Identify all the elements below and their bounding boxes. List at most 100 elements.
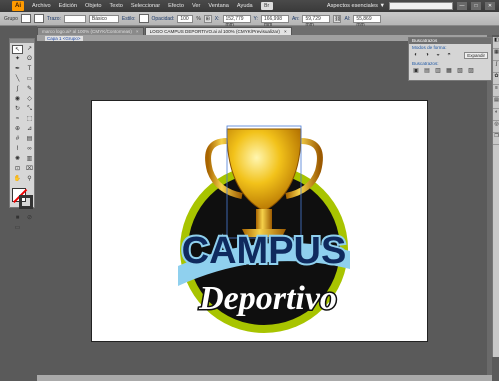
artboard[interactable]: CAMPUS Deportivo: [91, 100, 428, 342]
menu-ayuda[interactable]: Ayuda: [233, 3, 257, 9]
trim-icon[interactable]: ▤: [423, 68, 431, 75]
app-logo-icon: Ai: [12, 1, 24, 11]
logo-artwork[interactable]: CAMPUS Deportivo: [92, 101, 429, 343]
minus-back-icon[interactable]: ▨: [467, 68, 475, 75]
close-icon[interactable]: ×: [136, 29, 139, 34]
maximize-button[interactable]: □: [471, 2, 481, 10]
outline-icon[interactable]: ▧: [456, 68, 464, 75]
tab-label: marco logo.ai* al 100% (CMYK/Contorneas): [42, 29, 132, 34]
menu-seleccionar[interactable]: Seleccionar: [127, 3, 164, 9]
transparency-panel-icon[interactable]: ◐: [493, 109, 499, 121]
line-tool-icon[interactable]: ╲: [12, 75, 23, 84]
tool-grid: ↖ ↗ ✦ ʘ ✒ T ╲ ▭ ∫ ✎ ◉ ◇ ↻ ⤡ ≈ ⬚ ⊕ ⊿ # ▤ …: [10, 43, 34, 186]
y-field[interactable]: 166,998 mm: [260, 14, 289, 28]
opacity-field[interactable]: 100: [177, 14, 194, 23]
pen-tool-icon[interactable]: ✒: [12, 65, 23, 74]
free-transform-tool-icon[interactable]: ⬚: [24, 115, 35, 124]
graph-tool-icon[interactable]: ▥: [24, 155, 35, 164]
width-tool-icon[interactable]: ≈: [12, 115, 23, 124]
paintbrush-tool-icon[interactable]: ∫: [12, 85, 23, 94]
crop-icon[interactable]: ▦: [445, 68, 453, 75]
type-tool-icon[interactable]: T: [24, 65, 35, 74]
unite-icon[interactable]: ◐: [412, 52, 420, 59]
scale-tool-icon[interactable]: ⤡: [24, 105, 35, 114]
appearance-panel-icon[interactable]: ◎: [493, 121, 499, 133]
style-label[interactable]: Estilo:: [122, 16, 136, 22]
tab-label: LOGO CAMPUS DEPORTIVO.ai al 100% (CMYK/P…: [149, 29, 280, 34]
rotate-tool-icon[interactable]: ↻: [12, 105, 23, 114]
screen-mode-icon[interactable]: ▭: [12, 224, 23, 233]
menu-edicion[interactable]: Edición: [55, 3, 81, 9]
stroke-swatch[interactable]: [33, 14, 44, 23]
document-tabs: marco logo.ai* al 100% (CMYK/Contorneas)…: [37, 26, 499, 35]
none-mode-icon[interactable]: ⊘: [24, 214, 35, 223]
stroke-weight-field[interactable]: [63, 14, 86, 23]
eraser-tool-icon[interactable]: ◇: [24, 95, 35, 104]
divide-icon[interactable]: ▣: [412, 68, 420, 75]
expand-button[interactable]: Expandir: [464, 52, 488, 59]
height-label: Al:: [344, 15, 351, 22]
fill-stroke-widget[interactable]: [12, 188, 34, 210]
mesh-tool-icon[interactable]: #: [12, 135, 23, 144]
bridge-button[interactable]: Br: [260, 2, 273, 10]
stroke-swatch-tools[interactable]: [19, 195, 33, 209]
intersect-icon[interactable]: ◒: [434, 52, 442, 59]
x-field[interactable]: 152,779 mm: [222, 14, 251, 28]
workspace-switcher[interactable]: Aspectos esenciales ▼: [327, 3, 385, 9]
blob-brush-tool-icon[interactable]: ◉: [12, 95, 23, 104]
merge-icon[interactable]: ▥: [434, 68, 442, 75]
zoom-tool-icon[interactable]: ⚲: [24, 175, 35, 184]
selection-type-label: Grupo: [4, 15, 18, 22]
tab-marco-logo[interactable]: marco logo.ai* al 100% (CMYK/Contorneas)…: [37, 27, 144, 35]
stroke-panel-icon[interactable]: ≡: [493, 85, 499, 97]
lasso-tool-icon[interactable]: ʘ: [24, 55, 35, 64]
direct-selection-tool-icon[interactable]: ↗: [24, 45, 35, 54]
layers-panel-icon[interactable]: ❐: [493, 133, 499, 145]
shape-builder-tool-icon[interactable]: ⊕: [12, 125, 23, 134]
stroke-style-select[interactable]: Básico: [88, 14, 119, 23]
close-window-button[interactable]: ✕: [485, 2, 495, 10]
gradient-tool-icon[interactable]: ▤: [24, 135, 35, 144]
minimize-button[interactable]: —: [457, 2, 467, 10]
width-field[interactable]: 59,729 mm: [302, 14, 331, 28]
menu-efecto[interactable]: Efecto: [164, 3, 188, 9]
swatches-panel-icon[interactable]: ▦: [493, 49, 499, 61]
magic-wand-tool-icon[interactable]: ✦: [12, 55, 23, 64]
pencil-tool-icon[interactable]: ✎: [24, 85, 35, 94]
menu-archivo[interactable]: Archivo: [28, 3, 55, 9]
symbols-panel-icon[interactable]: ✿: [493, 73, 499, 85]
rectangle-tool-icon[interactable]: ▭: [24, 75, 35, 84]
exclude-icon[interactable]: ◓: [445, 52, 453, 59]
collapsed-panels-strip: ◧ ▦ ∫ ✿ ≡ ▤ ◐ ◎ ❐: [492, 37, 499, 357]
gradient-panel-icon[interactable]: ▤: [493, 97, 499, 109]
height-field[interactable]: 55,869 mm: [353, 14, 382, 28]
color-mode-icon[interactable]: ■: [12, 214, 23, 223]
symbol-sprayer-tool-icon[interactable]: ✺: [12, 155, 23, 164]
stroke-weight-label[interactable]: Trazo:: [47, 16, 61, 22]
tab-logo-campus[interactable]: LOGO CAMPUS DEPORTIVO.ai al 100% (CMYK/P…: [144, 27, 292, 35]
menu-ventana[interactable]: Ventana: [204, 3, 233, 9]
perspective-tool-icon[interactable]: ⊿: [24, 125, 35, 134]
close-icon[interactable]: ×: [284, 29, 287, 34]
menu-objeto[interactable]: Objeto: [81, 3, 105, 9]
color-panel-icon[interactable]: ◧: [493, 37, 499, 49]
layer-name: Capa 1: [47, 36, 62, 41]
canvas-area[interactable]: Capa 1 <Grupo> CAMPUS Deportivo: [37, 35, 487, 381]
slice-tool-icon[interactable]: ⌧: [24, 165, 35, 174]
opacity-label[interactable]: Opacidad:: [152, 16, 175, 22]
layer-breadcrumb[interactable]: Capa 1 <Grupo>: [45, 36, 83, 41]
eyedropper-tool-icon[interactable]: ⌇: [12, 145, 23, 154]
graphic-style-swatch[interactable]: [138, 14, 149, 23]
link-proportions-icon[interactable]: ⛓: [333, 14, 342, 23]
brushes-panel-icon[interactable]: ∫: [493, 61, 499, 73]
hand-tool-icon[interactable]: ✋: [12, 175, 23, 184]
minus-front-icon[interactable]: ◑: [423, 52, 431, 59]
menu-ver[interactable]: Ver: [188, 3, 204, 9]
fill-swatch[interactable]: [20, 14, 31, 23]
help-search-input[interactable]: [389, 2, 453, 10]
artboard-tool-icon[interactable]: ⊡: [12, 165, 23, 174]
align-icon[interactable]: ⊞: [203, 14, 212, 23]
selection-tool-icon[interactable]: ↖: [12, 45, 23, 54]
blend-tool-icon[interactable]: ∞: [24, 145, 35, 154]
menu-texto[interactable]: Texto: [106, 3, 127, 9]
